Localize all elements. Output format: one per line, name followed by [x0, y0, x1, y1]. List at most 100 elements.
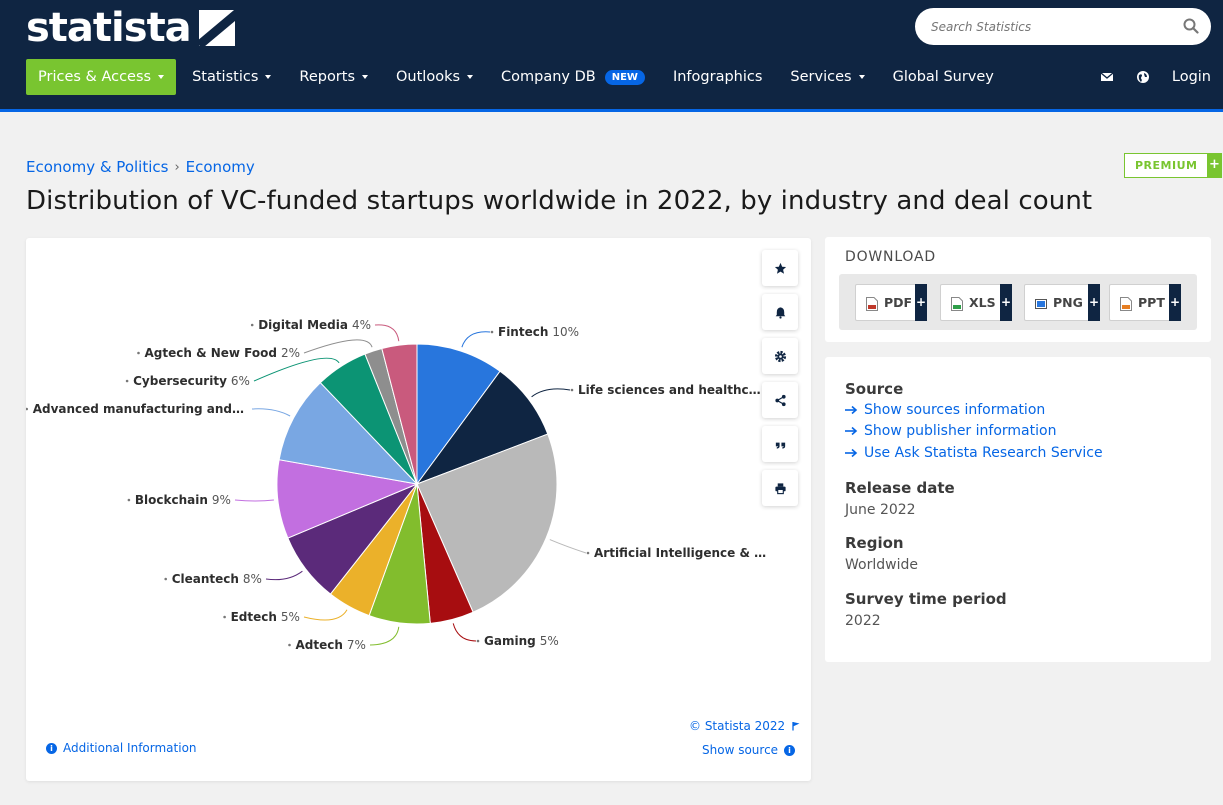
nav-label: Reports [299, 69, 356, 85]
globe-icon[interactable] [1136, 70, 1150, 84]
copyright-text: © Statista 2022 [689, 719, 786, 733]
download-button-group: PDF + XLS + PNG + PPT + [839, 274, 1197, 330]
info-icon: i [784, 744, 796, 756]
cite-button[interactable] [762, 426, 798, 462]
premium-badge[interactable]: PREMIUM + [1124, 153, 1223, 178]
notification-button[interactable] [762, 294, 798, 330]
label-bullet [223, 615, 226, 619]
new-badge: NEW [604, 69, 645, 85]
login-link[interactable]: Login [1172, 69, 1211, 85]
leader-line [461, 331, 491, 348]
label-bullet [137, 351, 140, 355]
additional-information-text: Additional Information [63, 741, 197, 755]
download-xls-button[interactable]: XLS + [940, 284, 1012, 321]
show-publisher-link[interactable]: Show publisher information [845, 423, 1056, 439]
chevron-down-icon [362, 75, 369, 79]
site-header: statista Prices & Access Statistics Repo… [0, 0, 1223, 112]
nav-global-survey[interactable]: Global Survey [893, 69, 994, 85]
leader-line [234, 499, 274, 502]
nav-label: Services [790, 69, 852, 85]
slice-label: Gaming 5% [484, 634, 559, 648]
share-button[interactable] [762, 382, 798, 418]
link-text: Show sources information [864, 402, 1046, 418]
bell-icon [775, 306, 785, 319]
download-png-button[interactable]: PNG + [1024, 284, 1100, 321]
download-label: PDF [884, 295, 913, 310]
show-source-text: Show source [702, 743, 779, 757]
chart-card: Fintech 10% Life sciences and healthc… Arti… [26, 238, 811, 781]
link-text: Use Ask Statista Research Service [864, 445, 1103, 461]
download-label: PNG [1053, 295, 1083, 310]
nav-infographics[interactable]: Infographics [673, 69, 762, 85]
slice-label: Advanced manufacturing and… [33, 402, 244, 416]
leader-line [374, 324, 400, 342]
search-input[interactable] [931, 19, 1171, 34]
nav-label: Global Survey [892, 69, 994, 85]
slice-label: Blockchain 9% [135, 493, 231, 507]
leader-line [303, 609, 348, 621]
share-icon [774, 394, 786, 406]
label-bullet [570, 388, 574, 392]
pie-chart: Fintech 10% Life sciences and healthc… Arti… [26, 318, 766, 652]
breadcrumb: Economy & Politics › Economy [26, 158, 255, 176]
plus-icon: + [1207, 154, 1222, 177]
download-label: XLS [969, 295, 996, 310]
region-value: Worldwide [845, 557, 918, 573]
slice-label: Agtech & New Food 2% [145, 346, 301, 360]
png-file-icon [1035, 296, 1047, 310]
nav-outlooks[interactable]: Outlooks [396, 69, 474, 85]
breadcrumb-item[interactable]: Economy & Politics [26, 158, 168, 176]
mail-icon[interactable] [1100, 70, 1114, 84]
settings-button[interactable] [762, 338, 798, 374]
statistic-details-card: Source Show sources information Show pub… [825, 357, 1211, 662]
nav-label: Prices & Access [38, 69, 152, 85]
plus-icon: + [1000, 284, 1012, 321]
release-date-value: June 2022 [845, 502, 916, 518]
download-pdf-button[interactable]: PDF + [855, 284, 927, 321]
search-icon[interactable] [1183, 18, 1199, 34]
chevron-down-icon [467, 75, 474, 79]
label-bullet [250, 323, 254, 327]
nav-company-db[interactable]: Company DB NEW [501, 69, 645, 85]
label-bullet [127, 498, 131, 502]
print-button[interactable] [762, 470, 798, 506]
search-box[interactable] [915, 8, 1211, 45]
leader-line [549, 539, 587, 554]
page-title: Distribution of VC-funded startups world… [26, 186, 1093, 216]
download-card: DOWNLOAD PDF + XLS + PNG + PPT + [825, 237, 1211, 342]
slice-label: Digital Media 4% [258, 318, 371, 332]
survey-period-heading: Survey time period [845, 590, 1007, 608]
nav-label: Outlooks [396, 69, 461, 85]
label-bullet [586, 551, 590, 555]
flag-icon [792, 722, 800, 731]
slice-label: Artificial Intelligence & … [594, 546, 766, 560]
pdf-file-icon [866, 296, 878, 311]
chevron-down-icon [265, 75, 272, 79]
plus-icon: + [1088, 284, 1100, 321]
statista-logo[interactable]: statista [26, 5, 235, 51]
label-bullet [125, 379, 129, 383]
logo-text: statista [26, 5, 192, 51]
nav-statistics[interactable]: Statistics [192, 69, 272, 85]
ask-statista-link[interactable]: Use Ask Statista Research Service [845, 445, 1103, 461]
additional-information-link[interactable]: i Additional Information [46, 741, 197, 755]
download-ppt-button[interactable]: PPT + [1109, 284, 1181, 321]
chevron-down-icon [158, 75, 165, 79]
logo-mark-icon [198, 10, 235, 46]
show-source-link[interactable]: Show source i [702, 743, 796, 757]
label-bullet [26, 407, 28, 411]
download-label: PPT [1138, 295, 1165, 310]
label-bullet [288, 643, 291, 647]
xls-file-icon [951, 296, 963, 311]
nav-prices-access[interactable]: Prices & Access [26, 59, 177, 95]
nav-reports[interactable]: Reports [299, 69, 369, 85]
nav-services[interactable]: Services [790, 69, 865, 85]
label-bullet [164, 577, 167, 581]
gear-icon [774, 350, 786, 362]
nav-label: Infographics [672, 69, 763, 85]
show-sources-link[interactable]: Show sources information [845, 402, 1045, 418]
survey-period-value: 2022 [845, 613, 881, 629]
breadcrumb-item[interactable]: Economy [186, 158, 255, 176]
favorite-button[interactable] [762, 250, 798, 286]
statista-copyright[interactable]: © Statista 2022 [689, 719, 801, 733]
